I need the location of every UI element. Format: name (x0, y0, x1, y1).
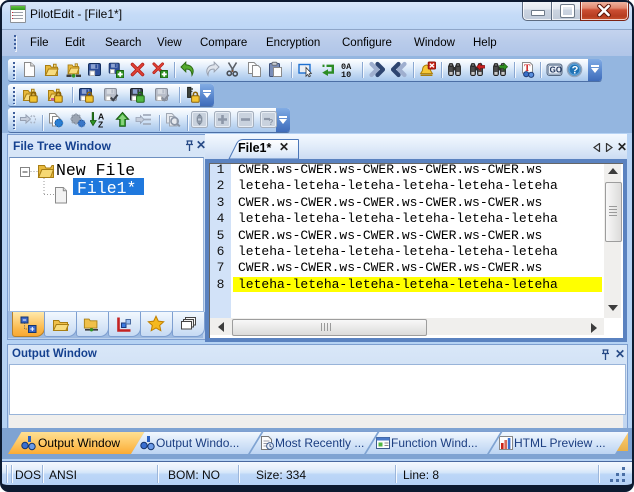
svg-text:?: ? (572, 64, 579, 76)
svg-text:10: 10 (341, 70, 351, 78)
svg-text:?: ? (269, 118, 274, 127)
svg-text:Z: Z (98, 120, 103, 129)
svg-text:GO: GO (550, 66, 562, 75)
